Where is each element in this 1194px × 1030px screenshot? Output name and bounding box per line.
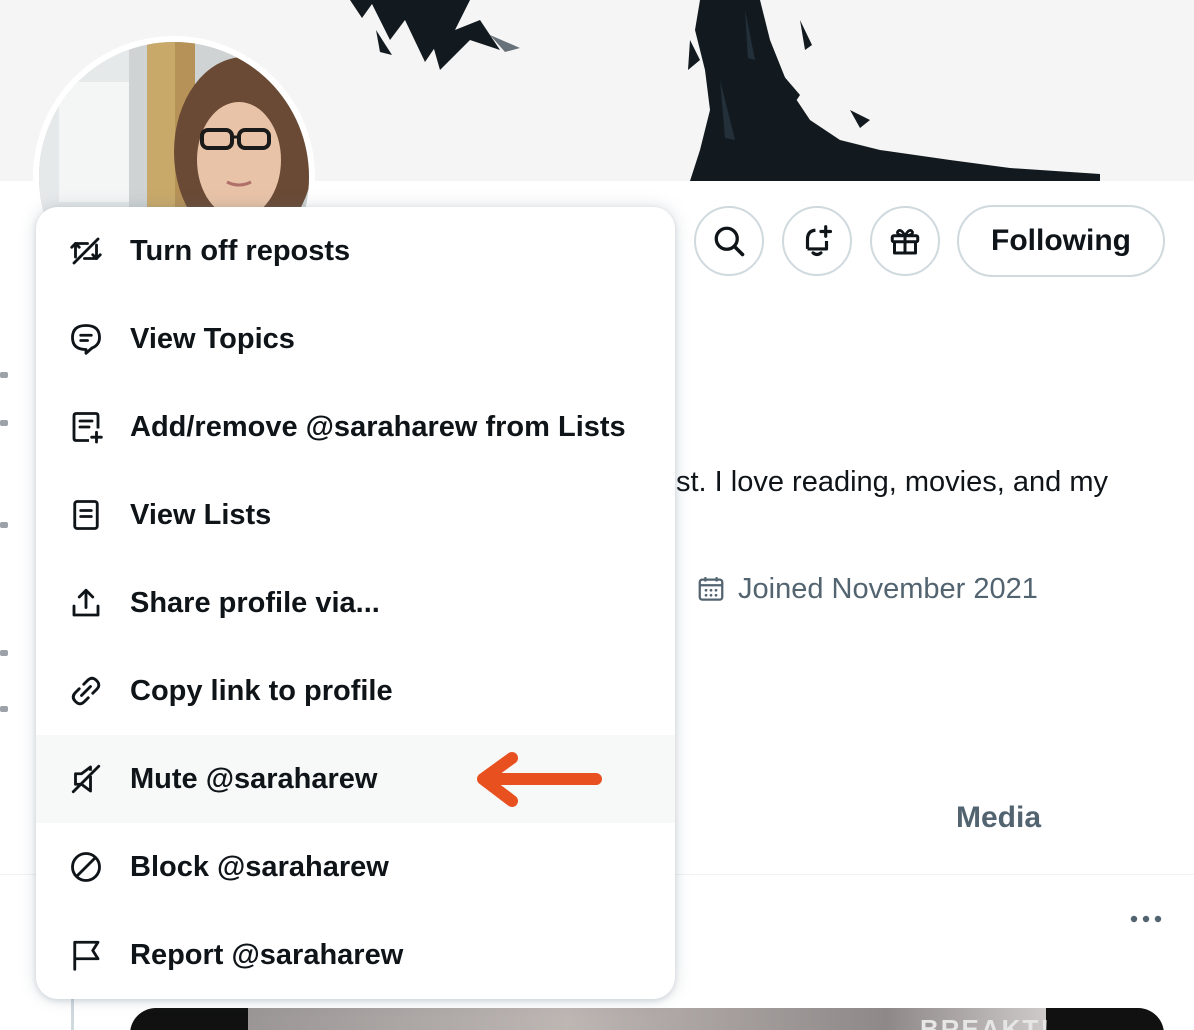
thread-line — [71, 998, 74, 1030]
menu-item-label: Mute @saraharew — [130, 762, 378, 795]
profile-bio: st. I love reading, movies, and my — [676, 466, 1108, 498]
calendar-icon — [698, 577, 724, 601]
share-icon — [68, 585, 104, 621]
gift-icon — [890, 229, 920, 255]
menu-item-copy-link[interactable]: Copy link to profile — [36, 647, 675, 735]
search-icon — [714, 226, 745, 257]
menu-item-label: Report @saraharew — [130, 938, 404, 971]
annotation-arrow-icon — [477, 752, 602, 807]
gift-button[interactable] — [870, 206, 940, 276]
covered-text-fragment — [0, 372, 8, 378]
bell-plus-icon — [805, 225, 833, 257]
tweet-media-caption: BREAKT! — [920, 1014, 1051, 1030]
list-icon — [68, 497, 104, 533]
menu-item-view-topics[interactable]: View Topics — [36, 295, 675, 383]
tab-media[interactable]: Media — [956, 801, 1041, 835]
menu-item-report[interactable]: Report @saraharew — [36, 911, 675, 999]
menu-item-label: Block @saraharew — [130, 850, 389, 883]
menu-item-turn-off-reposts[interactable]: Turn off reposts — [36, 207, 675, 295]
menu-item-view-lists[interactable]: View Lists — [36, 471, 675, 559]
following-button[interactable]: Following — [957, 205, 1165, 277]
tweet-more-button[interactable] — [1126, 905, 1166, 933]
menu-item-add-remove-lists[interactable]: Add/remove @saraharew from Lists — [36, 383, 675, 471]
covered-text-fragment — [0, 706, 8, 712]
repost-off-icon — [68, 233, 104, 269]
menu-item-share-profile[interactable]: Share profile via... — [36, 559, 675, 647]
mute-icon — [68, 761, 104, 797]
profile-page: Following st. I love reading, movies, an… — [0, 0, 1194, 1030]
notifications-button[interactable] — [782, 206, 852, 276]
joined-date: Joined November 2021 — [696, 570, 1038, 608]
joined-date-text: Joined November 2021 — [738, 572, 1038, 605]
flag-icon — [68, 937, 104, 973]
more-icon — [1130, 915, 1162, 923]
link-icon — [68, 673, 104, 709]
menu-item-block[interactable]: Block @saraharew — [36, 823, 675, 911]
tweet-media[interactable]: BREAKT! — [130, 1008, 1164, 1030]
menu-item-label: Copy link to profile — [130, 674, 393, 707]
menu-item-label: Add/remove @saraharew from Lists — [130, 410, 626, 443]
menu-item-label: Share profile via... — [130, 586, 380, 619]
menu-item-label: View Topics — [130, 322, 295, 355]
search-profile-button[interactable] — [694, 206, 764, 276]
profile-more-menu: Turn off reposts View Topics Add/remove … — [36, 207, 675, 999]
menu-item-label: Turn off reposts — [130, 234, 351, 267]
covered-text-fragment — [0, 650, 8, 656]
list-add-icon — [68, 409, 104, 445]
menu-item-label: View Lists — [130, 498, 272, 531]
covered-text-fragment — [0, 522, 8, 528]
block-icon — [68, 849, 104, 885]
topics-icon — [68, 321, 104, 357]
covered-text-fragment — [0, 420, 8, 426]
